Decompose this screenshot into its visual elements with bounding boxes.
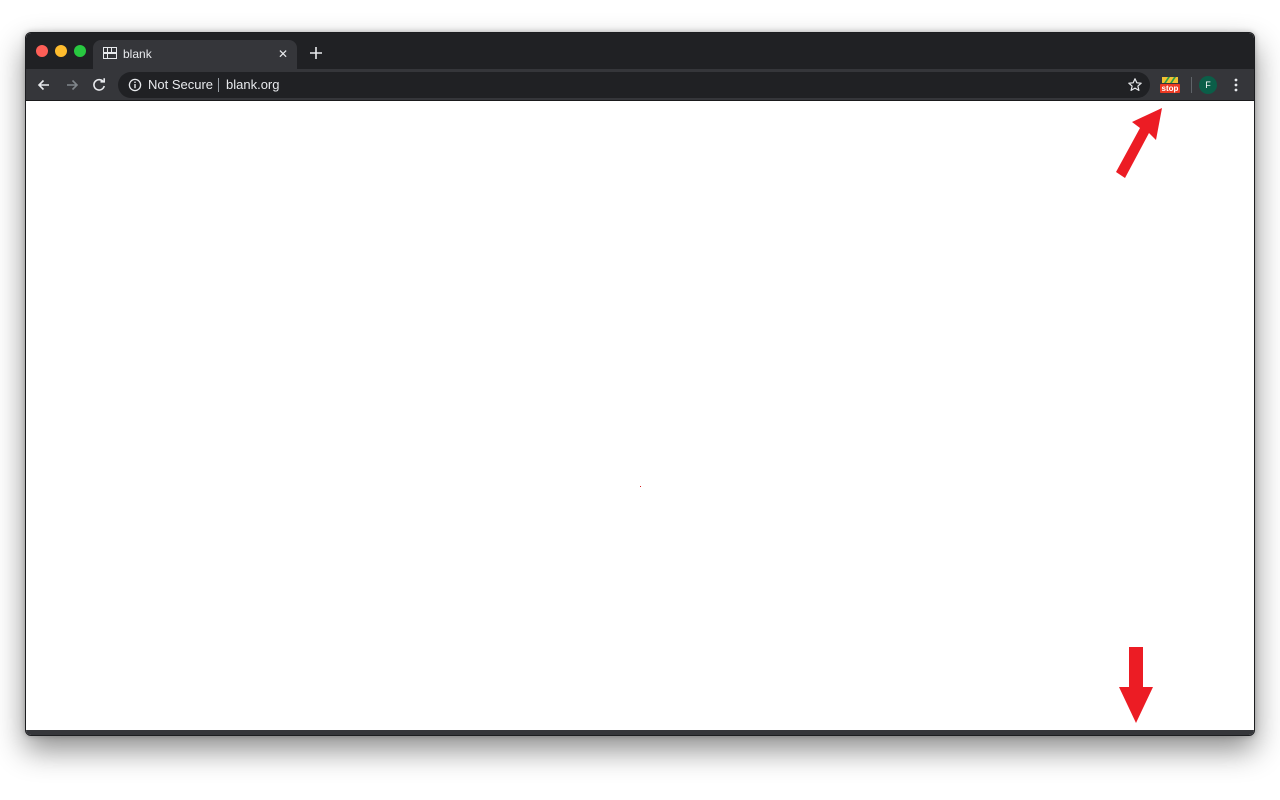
grid-favicon-icon <box>103 47 117 59</box>
new-tab-icon[interactable] <box>306 43 326 63</box>
center-dot <box>640 486 641 487</box>
annotation-arrow-up-icon <box>1116 108 1162 178</box>
tab-blank[interactable]: blank ✕ <box>93 40 297 69</box>
forward-arrow-icon[interactable] <box>62 75 82 95</box>
back-arrow-icon[interactable] <box>34 75 54 95</box>
profile-avatar[interactable]: F <box>1199 76 1217 94</box>
tab-title: blank <box>123 47 152 61</box>
extension-stripe-icon <box>1162 77 1178 83</box>
close-window-button[interactable] <box>36 45 48 57</box>
bottom-bar <box>26 730 1254 735</box>
kebab-menu-icon[interactable] <box>1229 76 1243 94</box>
bookmark-star-icon[interactable] <box>1127 77 1143 93</box>
extension-stop-label: stop <box>1160 84 1180 93</box>
page-content[interactable] <box>26 101 1254 731</box>
close-tab-icon[interactable]: ✕ <box>275 46 291 62</box>
zoom-window-button[interactable] <box>74 45 86 57</box>
toolbar: Not Secure blank.org stop F <box>26 69 1254 101</box>
reload-icon[interactable] <box>89 75 109 95</box>
extension-stop-button[interactable]: stop <box>1159 74 1181 96</box>
url-text[interactable]: blank.org <box>226 78 279 92</box>
url-divider <box>218 78 219 92</box>
tab-strip: blank ✕ <box>26 33 1254 69</box>
minimize-window-button[interactable] <box>55 45 67 57</box>
info-icon[interactable] <box>128 78 142 92</box>
address-bar[interactable]: Not Secure blank.org <box>118 72 1150 98</box>
security-status-label[interactable]: Not Secure <box>148 78 213 92</box>
toolbar-separator <box>1191 77 1192 93</box>
annotation-arrow-down-icon <box>1119 647 1153 723</box>
browser-window: blank ✕ Not Secure blank.org stop F <box>25 32 1255 736</box>
